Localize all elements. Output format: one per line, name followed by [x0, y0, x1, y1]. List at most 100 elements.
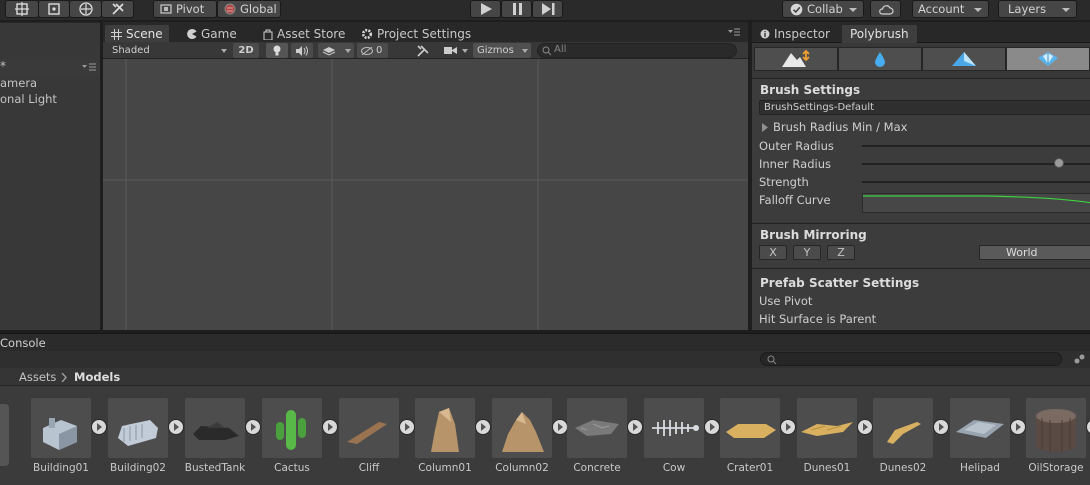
- tab-game[interactable]: Game: [181, 25, 243, 43]
- speaker-icon: [296, 45, 308, 56]
- asset-expand-button[interactable]: [857, 419, 873, 435]
- asset-expand-button[interactable]: [552, 419, 568, 435]
- asset-expand-button[interactable]: [322, 419, 338, 435]
- radius-minmax-label: Brush Radius Min / Max: [773, 120, 908, 134]
- asset-expand-button[interactable]: [704, 419, 720, 435]
- asset-thumbnail: [950, 398, 1010, 458]
- asset-item[interactable]: Crater01: [720, 398, 796, 474]
- asset-item[interactable]: Cow: [644, 398, 720, 474]
- hidden-objects-toggle[interactable]: 0: [357, 43, 388, 58]
- inner-radius-handle[interactable]: [1054, 158, 1064, 168]
- mirror-z-button[interactable]: Z: [827, 245, 855, 260]
- collab-dropdown[interactable]: Collab: [782, 0, 864, 18]
- mirror-x-button[interactable]: X: [759, 245, 787, 260]
- asset-item[interactable]: Dunes02: [873, 398, 949, 474]
- asset-expand-button[interactable]: [1086, 419, 1090, 435]
- asset-expand-button[interactable]: [91, 419, 107, 435]
- layers-dropdown[interactable]: Layers: [998, 0, 1077, 18]
- effects-dropdown[interactable]: [318, 43, 354, 58]
- radius-minmax-foldout[interactable]: Brush Radius Min / Max: [761, 120, 907, 134]
- rect-transform-icon: [47, 2, 61, 16]
- filter-icon[interactable]: [1073, 353, 1087, 365]
- falloff-curve-field[interactable]: [862, 193, 1090, 213]
- panel-menu-icon[interactable]: [728, 28, 740, 37]
- custom-tool-button[interactable]: [101, 0, 134, 18]
- project-search-field[interactable]: [760, 352, 1062, 366]
- chevron-down-icon: [221, 49, 227, 53]
- pivot-toggle[interactable]: Pivot: [153, 0, 217, 18]
- rect-tool-button[interactable]: [38, 0, 70, 18]
- paint-mode-button[interactable]: [922, 47, 1006, 71]
- tab-inspector[interactable]: Inspector: [754, 25, 836, 43]
- strength-slider[interactable]: [862, 181, 1090, 183]
- asset-expand-button[interactable]: [780, 419, 796, 435]
- account-dropdown[interactable]: Account: [912, 0, 989, 18]
- asset-expand-button[interactable]: [168, 419, 184, 435]
- lighting-toggle[interactable]: [266, 43, 288, 58]
- pause-icon: [510, 2, 524, 16]
- gizmos-label: Gizmos: [477, 45, 514, 56]
- center-tab-bar: Scene Game Asset Store Project Settings: [103, 22, 748, 43]
- scene-viewport[interactable]: [103, 59, 748, 330]
- asset-expand-button[interactable]: [627, 419, 643, 435]
- brush-mirroring-title: Brush Mirroring: [760, 228, 867, 242]
- brush-settings-title: Brush Settings: [760, 83, 861, 97]
- asset-expand-button[interactable]: [245, 419, 261, 435]
- breadcrumb-assets[interactable]: Assets: [19, 370, 56, 384]
- audio-toggle[interactable]: [291, 43, 313, 58]
- scene-menu-icon[interactable]: [82, 63, 96, 72]
- asset-item[interactable]: Concrete: [567, 398, 643, 474]
- shading-mode-label: Shaded: [112, 45, 150, 56]
- transform-tool-button[interactable]: [69, 0, 102, 18]
- mirror-space-dropdown[interactable]: World: [979, 245, 1090, 260]
- mirror-y-button[interactable]: Y: [793, 245, 821, 260]
- tab-polybrush[interactable]: Polybrush: [842, 25, 917, 43]
- hierarchy-scene-row[interactable]: *: [0, 59, 100, 75]
- global-label: Global: [240, 2, 277, 16]
- play-button[interactable]: [470, 0, 501, 18]
- 2d-toggle[interactable]: 2D: [233, 43, 259, 58]
- scatter-mode-button[interactable]: [1006, 47, 1090, 71]
- asset-expand-button[interactable]: [399, 419, 415, 435]
- asset-item[interactable]: Cactus: [262, 398, 338, 474]
- asset-item[interactable]: Dunes01: [797, 398, 873, 474]
- smooth-mode-button[interactable]: [838, 47, 922, 71]
- tab-asset-store[interactable]: Asset Store: [257, 25, 351, 43]
- asset-item[interactable]: Cliff: [339, 398, 415, 474]
- asset-thumbnail: [644, 398, 704, 458]
- breadcrumb-models[interactable]: Models: [74, 370, 120, 384]
- step-button[interactable]: [532, 0, 563, 18]
- asset-scrollbar[interactable]: [0, 404, 9, 466]
- asset-name: Column01: [418, 462, 472, 474]
- asset-expand-button[interactable]: [1010, 419, 1026, 435]
- hierarchy-item-light[interactable]: onal Light: [0, 92, 57, 106]
- cloud-button[interactable]: [870, 0, 901, 18]
- hand-tool-button[interactable]: [5, 0, 39, 18]
- asset-expand-button[interactable]: [475, 419, 491, 435]
- tab-project-settings[interactable]: Project Settings: [355, 25, 477, 43]
- shading-mode-dropdown[interactable]: Shaded: [108, 43, 229, 58]
- camera-dropdown[interactable]: [440, 43, 470, 58]
- scene-tools-button[interactable]: [413, 43, 433, 58]
- outer-radius-slider[interactable]: [862, 145, 1090, 147]
- hierarchy-item-camera[interactable]: amera: [0, 76, 37, 90]
- wrench-icon: [110, 1, 126, 17]
- sculpt-mode-button[interactable]: [754, 47, 838, 71]
- asset-item[interactable]: Helipad: [950, 398, 1026, 474]
- console-tab[interactable]: Console: [0, 336, 46, 350]
- asset-name: Helipad: [960, 462, 1000, 474]
- asset-item[interactable]: Building02: [108, 398, 184, 474]
- asset-item[interactable]: BustedTank: [185, 398, 261, 474]
- brush-preset-dropdown[interactable]: BrushSettings-Default: [759, 100, 1090, 115]
- gizmos-dropdown[interactable]: Gizmos: [473, 43, 531, 58]
- asset-item[interactable]: Column01: [415, 398, 491, 474]
- asset-item[interactable]: OilStorage: [1026, 398, 1090, 474]
- pause-button[interactable]: [501, 0, 532, 18]
- scene-search-field[interactable]: All: [537, 43, 737, 58]
- tab-scene[interactable]: Scene: [105, 25, 169, 43]
- asset-expand-button[interactable]: [933, 419, 949, 435]
- asset-item[interactable]: Column02: [492, 398, 568, 474]
- tab-game-label: Game: [201, 27, 237, 41]
- global-toggle[interactable]: Global: [217, 0, 281, 18]
- asset-item[interactable]: Building01: [31, 398, 107, 474]
